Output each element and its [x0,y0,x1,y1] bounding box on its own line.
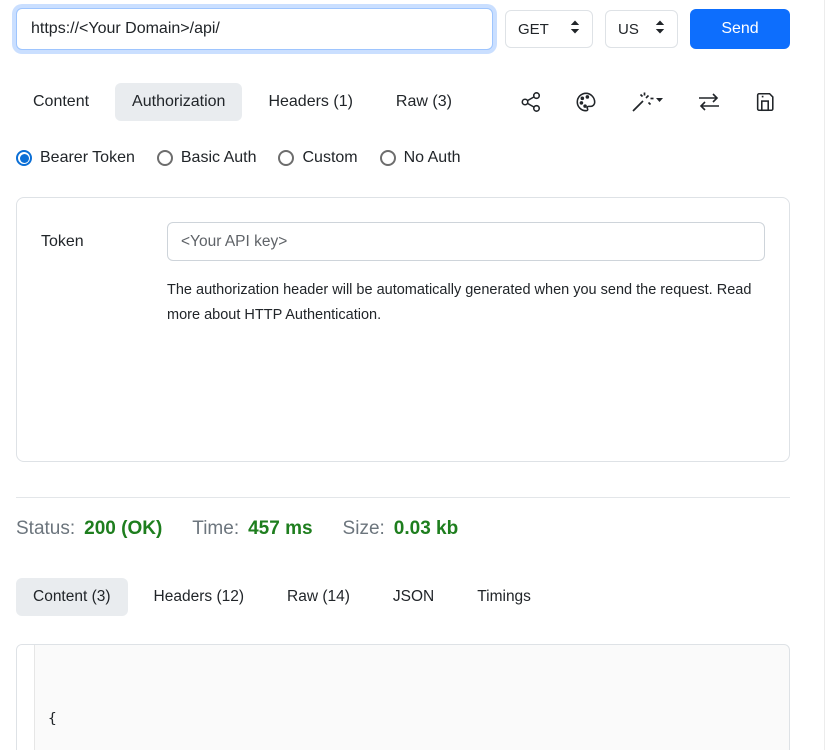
resp-tab-json[interactable]: JSON [376,578,451,616]
bearer-token-panel: Token The authorization header will be a… [16,197,790,462]
scrollbar-track[interactable] [824,0,837,750]
time-label: Time: [192,518,239,540]
status-label: Status: [16,518,75,540]
auth-type-options: Bearer Token Basic Auth Custom No Auth [16,149,790,167]
token-row: Token [41,222,765,261]
toolbar-icons [520,91,790,113]
save-icon[interactable] [754,91,776,113]
radio-basic-auth[interactable]: Basic Auth [157,149,257,167]
main-content: GET US Send Content Authorizati [16,8,790,750]
response-body-block: { "message": "API running." } [16,644,790,750]
radio-label: No Auth [404,149,461,167]
tab-headers[interactable]: Headers (1) [251,83,369,121]
tab-raw[interactable]: Raw (3) [379,83,469,121]
tab-authorization[interactable]: Authorization [115,83,242,121]
radio-label: Basic Auth [181,149,257,167]
resp-tab-timings[interactable]: Timings [460,578,548,616]
radio-bearer-token[interactable]: Bearer Token [16,149,135,167]
resp-tab-raw[interactable]: Raw (14) [270,578,367,616]
response-status-row: Status: 200 (OK) Time: 457 ms Size: 0.03… [16,518,790,540]
radio-label: Bearer Token [40,149,135,167]
radio-circle-checked [16,150,32,166]
token-label: Token [41,233,167,251]
radio-circle [380,150,396,166]
size-value: 0.03 kb [394,518,458,540]
size-group: Size: 0.03 kb [343,518,459,540]
time-value: 457 ms [248,518,312,540]
resp-tab-content[interactable]: Content (3) [16,578,128,616]
share-icon[interactable] [520,91,542,113]
status-group: Status: 200 (OK) [16,518,162,540]
updown-caret-icon [655,20,665,38]
api-client-page: GET US Send Content Authorizati [0,0,837,750]
radio-custom[interactable]: Custom [278,149,357,167]
palette-icon[interactable] [575,91,597,113]
radio-circle [278,150,294,166]
method-select[interactable]: GET [505,10,593,48]
send-button[interactable]: Send [690,9,790,49]
status-value: 200 (OK) [84,518,162,540]
radio-no-auth[interactable]: No Auth [380,149,461,167]
region-select-value: US [618,21,639,38]
section-divider [16,497,790,498]
radio-circle [157,150,173,166]
magic-wand-dropdown-icon[interactable] [630,91,664,113]
request-tabs: Content Authorization Headers (1) Raw (3… [16,81,790,122]
resp-tab-headers[interactable]: Headers (12) [137,578,261,616]
request-bar: GET US Send [16,8,790,50]
size-label: Size: [343,518,385,540]
code-gutter [17,645,35,750]
swap-arrows-icon[interactable] [697,91,721,113]
code-line: { [48,707,789,732]
time-group: Time: 457 ms [192,518,312,540]
token-help-text: The authorization header will be automat… [167,278,759,329]
method-select-value: GET [518,21,549,38]
updown-caret-icon [570,20,580,38]
url-input[interactable] [16,8,493,50]
response-json-code: { "message": "API running." } [35,645,789,750]
region-select[interactable]: US [605,10,678,48]
code-brace-open: { [48,711,57,727]
tab-content[interactable]: Content [16,83,106,121]
radio-label: Custom [302,149,357,167]
response-tabs: Content (3) Headers (12) Raw (14) JSON T… [16,576,790,617]
token-input[interactable] [167,222,765,261]
